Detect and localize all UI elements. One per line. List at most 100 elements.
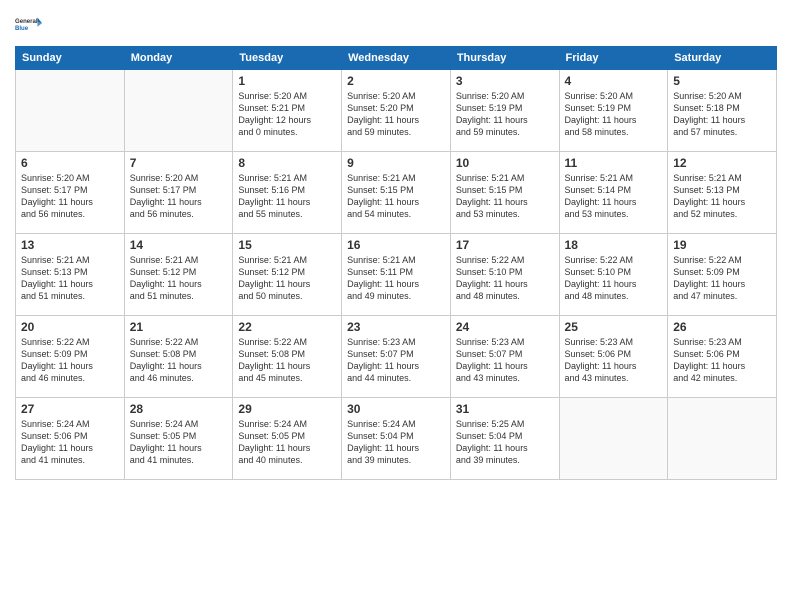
day-cell-14: 14 Sunrise: 5:21 AM Sunset: 5:12 PM Dayli… [124,234,233,316]
day-cell-15: 15 Sunrise: 5:21 AM Sunset: 5:12 PM Dayli… [233,234,342,316]
day-info: Sunrise: 5:20 AM Sunset: 5:17 PM Dayligh… [130,172,228,221]
day-info: Sunrise: 5:20 AM Sunset: 5:19 PM Dayligh… [565,90,663,139]
day-cell-25: 25 Sunrise: 5:23 AM Sunset: 5:06 PM Dayli… [559,316,668,398]
day-number: 27 [21,402,119,416]
empty-cell [668,398,777,480]
day-number: 14 [130,238,228,252]
day-number: 10 [456,156,554,170]
day-info: Sunrise: 5:22 AM Sunset: 5:09 PM Dayligh… [673,254,771,303]
day-info: Sunrise: 5:21 AM Sunset: 5:15 PM Dayligh… [456,172,554,221]
day-number: 15 [238,238,336,252]
day-info: Sunrise: 5:22 AM Sunset: 5:10 PM Dayligh… [456,254,554,303]
day-number: 30 [347,402,445,416]
day-info: Sunrise: 5:23 AM Sunset: 5:06 PM Dayligh… [565,336,663,385]
day-cell-7: 7 Sunrise: 5:20 AM Sunset: 5:17 PM Daylig… [124,152,233,234]
week-row-1: 1 Sunrise: 5:20 AM Sunset: 5:21 PM Daylig… [16,70,777,152]
day-info: Sunrise: 5:20 AM Sunset: 5:21 PM Dayligh… [238,90,336,139]
weekday-header-row: SundayMondayTuesdayWednesdayThursdayFrid… [16,47,777,70]
day-number: 11 [565,156,663,170]
day-number: 17 [456,238,554,252]
day-info: Sunrise: 5:24 AM Sunset: 5:04 PM Dayligh… [347,418,445,467]
week-row-4: 20Sunrise: 5:22 AM Sunset: 5:09 PM Dayli… [16,316,777,398]
day-cell-26: 26 Sunrise: 5:23 AM Sunset: 5:06 PM Dayli… [668,316,777,398]
day-info: Sunrise: 5:21 AM Sunset: 5:14 PM Dayligh… [565,172,663,221]
day-info: Sunrise: 5:20 AM Sunset: 5:17 PM Dayligh… [21,172,119,221]
day-number: 8 [238,156,336,170]
day-number: 23 [347,320,445,334]
day-number: 7 [130,156,228,170]
day-cell-2: 2Sunrise: 5:20 AM Sunset: 5:20 PM Daylig… [342,70,451,152]
day-info: Sunrise: 5:20 AM Sunset: 5:20 PM Dayligh… [347,90,445,139]
day-number: 18 [565,238,663,252]
day-number: 25 [565,320,663,334]
day-info: Sunrise: 5:20 AM Sunset: 5:18 PM Dayligh… [673,90,771,139]
day-number: 6 [21,156,119,170]
day-info: Sunrise: 5:23 AM Sunset: 5:06 PM Dayligh… [673,336,771,385]
day-cell-11: 11 Sunrise: 5:21 AM Sunset: 5:14 PM Dayli… [559,152,668,234]
day-number: 12 [673,156,771,170]
weekday-header-monday: Monday [124,47,233,70]
day-cell-24: 24 Sunrise: 5:23 AM Sunset: 5:07 PM Dayli… [450,316,559,398]
weekday-header-tuesday: Tuesday [233,47,342,70]
day-cell-3: 3Sunrise: 5:20 AM Sunset: 5:19 PM Daylig… [450,70,559,152]
svg-text:Blue: Blue [15,26,29,32]
day-cell-17: 17 Sunrise: 5:22 AM Sunset: 5:10 PM Dayli… [450,234,559,316]
day-cell-20: 20Sunrise: 5:22 AM Sunset: 5:09 PM Dayli… [16,316,125,398]
day-cell-4: 4 Sunrise: 5:20 AM Sunset: 5:19 PM Daylig… [559,70,668,152]
day-number: 28 [130,402,228,416]
day-info: Sunrise: 5:25 AM Sunset: 5:04 PM Dayligh… [456,418,554,467]
day-number: 21 [130,320,228,334]
calendar-table: SundayMondayTuesdayWednesdayThursdayFrid… [15,46,777,480]
day-number: 1 [238,74,336,88]
day-info: Sunrise: 5:22 AM Sunset: 5:08 PM Dayligh… [238,336,336,385]
day-number: 13 [21,238,119,252]
day-info: Sunrise: 5:23 AM Sunset: 5:07 PM Dayligh… [347,336,445,385]
day-number: 19 [673,238,771,252]
day-info: Sunrise: 5:24 AM Sunset: 5:06 PM Dayligh… [21,418,119,467]
logo: GeneralBlue [15,10,43,38]
day-cell-19: 19 Sunrise: 5:22 AM Sunset: 5:09 PM Dayli… [668,234,777,316]
day-number: 4 [565,74,663,88]
page: GeneralBlue SundayMondayTuesdayWednesday… [0,0,792,612]
day-info: Sunrise: 5:21 AM Sunset: 5:11 PM Dayligh… [347,254,445,303]
day-cell-27: 27 Sunrise: 5:24 AM Sunset: 5:06 PM Dayli… [16,398,125,480]
day-cell-31: 31 Sunrise: 5:25 AM Sunset: 5:04 PM Dayli… [450,398,559,480]
day-info: Sunrise: 5:23 AM Sunset: 5:07 PM Dayligh… [456,336,554,385]
day-cell-6: 6 Sunrise: 5:20 AM Sunset: 5:17 PM Daylig… [16,152,125,234]
day-number: 16 [347,238,445,252]
empty-cell [559,398,668,480]
day-cell-22: 22Sunrise: 5:22 AM Sunset: 5:08 PM Dayli… [233,316,342,398]
day-info: Sunrise: 5:24 AM Sunset: 5:05 PM Dayligh… [130,418,228,467]
week-row-3: 13 Sunrise: 5:21 AM Sunset: 5:13 PM Dayli… [16,234,777,316]
svg-text:General: General [15,19,38,25]
day-cell-18: 18 Sunrise: 5:22 AM Sunset: 5:10 PM Dayli… [559,234,668,316]
day-info: Sunrise: 5:21 AM Sunset: 5:12 PM Dayligh… [238,254,336,303]
weekday-header-saturday: Saturday [668,47,777,70]
day-cell-28: 28 Sunrise: 5:24 AM Sunset: 5:05 PM Dayli… [124,398,233,480]
day-number: 26 [673,320,771,334]
day-cell-21: 21 Sunrise: 5:22 AM Sunset: 5:08 PM Dayli… [124,316,233,398]
day-info: Sunrise: 5:21 AM Sunset: 5:12 PM Dayligh… [130,254,228,303]
day-cell-10: 10 Sunrise: 5:21 AM Sunset: 5:15 PM Dayli… [450,152,559,234]
logo-icon: GeneralBlue [15,10,43,38]
day-info: Sunrise: 5:22 AM Sunset: 5:08 PM Dayligh… [130,336,228,385]
day-info: Sunrise: 5:24 AM Sunset: 5:05 PM Dayligh… [238,418,336,467]
day-number: 29 [238,402,336,416]
day-info: Sunrise: 5:21 AM Sunset: 5:16 PM Dayligh… [238,172,336,221]
day-cell-29: 29 Sunrise: 5:24 AM Sunset: 5:05 PM Dayli… [233,398,342,480]
week-row-2: 6 Sunrise: 5:20 AM Sunset: 5:17 PM Daylig… [16,152,777,234]
day-cell-16: 16 Sunrise: 5:21 AM Sunset: 5:11 PM Dayli… [342,234,451,316]
day-number: 24 [456,320,554,334]
weekday-header-sunday: Sunday [16,47,125,70]
weekday-header-wednesday: Wednesday [342,47,451,70]
day-cell-12: 12Sunrise: 5:21 AM Sunset: 5:13 PM Dayli… [668,152,777,234]
day-cell-23: 23 Sunrise: 5:23 AM Sunset: 5:07 PM Dayli… [342,316,451,398]
day-info: Sunrise: 5:22 AM Sunset: 5:10 PM Dayligh… [565,254,663,303]
weekday-header-friday: Friday [559,47,668,70]
day-number: 3 [456,74,554,88]
empty-cell [124,70,233,152]
day-number: 31 [456,402,554,416]
day-info: Sunrise: 5:21 AM Sunset: 5:13 PM Dayligh… [21,254,119,303]
header: GeneralBlue [15,10,777,38]
day-number: 5 [673,74,771,88]
